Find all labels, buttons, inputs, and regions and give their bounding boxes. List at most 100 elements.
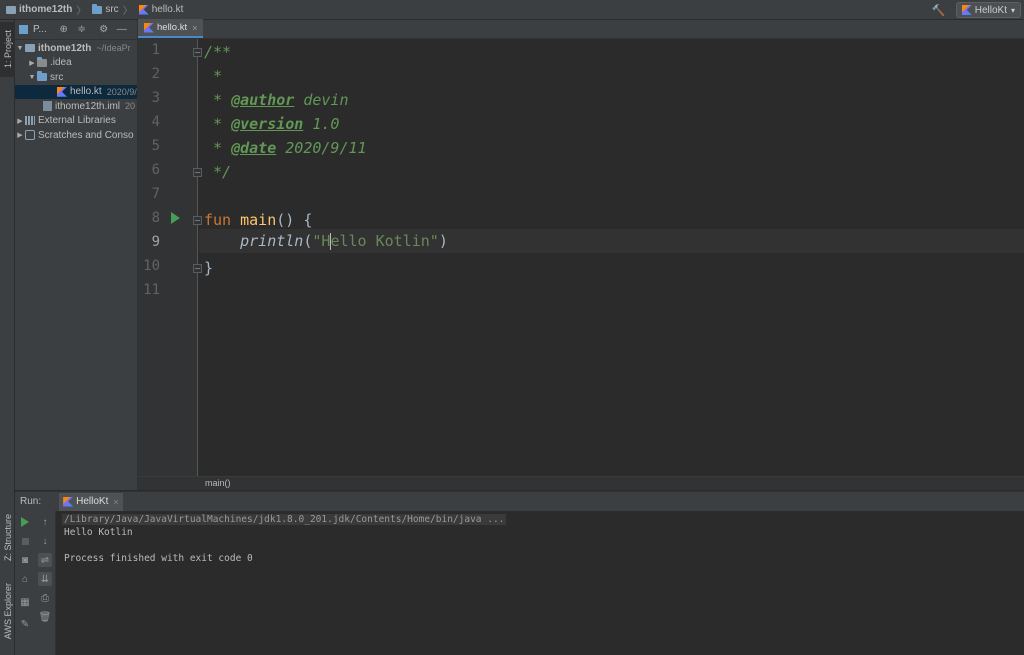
- tree-item-project-root[interactable]: ▼ ithome12th ~/IdeaPr: [15, 41, 137, 56]
- stop-button[interactable]: [18, 534, 32, 548]
- tab-aws-explorer[interactable]: AWS Explorer: [0, 575, 15, 647]
- minimize-icon[interactable]: —: [115, 23, 129, 37]
- line-number: 1: [151, 42, 160, 58]
- fold-marker-icon[interactable]: [193, 48, 202, 57]
- rerun-button[interactable]: [18, 515, 32, 529]
- kotlin-file-icon: [138, 4, 149, 15]
- breadcrumb-separator: 〉: [122, 6, 133, 17]
- code-line-6: */: [204, 163, 232, 181]
- left-tool-strip: 1: Project Z: Structure AWS Explorer: [0, 20, 15, 655]
- editor-breadcrumb: main(): [138, 476, 1024, 490]
- run-toolbar-secondary: ↑ ↓ ⇌ ⇊ ⎙ 🗑: [35, 511, 56, 655]
- chevron-right-icon[interactable]: ▶: [15, 117, 25, 125]
- navigation-bar: ithome12th 〉 src 〉 hello.kt 🔨 HelloKt ▾: [0, 0, 1024, 20]
- tree-item-scratches[interactable]: ▶ Scratches and Conso: [15, 128, 137, 143]
- project-panel-header: P... ⊕ ≑ ⚙ —: [15, 20, 137, 40]
- line-number: 2: [151, 66, 160, 82]
- tab-structure[interactable]: Z: Structure: [0, 508, 15, 568]
- tree-item-idea[interactable]: ▶ .idea: [15, 56, 137, 71]
- chevron-down-icon[interactable]: ▼: [27, 74, 37, 81]
- code-area[interactable]: 1 2 3 4 5 6 7 8 9 10 11 /** * * @author …: [138, 39, 1024, 476]
- line-number: 10: [143, 258, 160, 274]
- line-number: 6: [151, 162, 160, 178]
- tree-item-hello-kt[interactable]: hello.kt 2020/9/: [15, 84, 137, 99]
- tab-project[interactable]: 1: Project: [0, 22, 15, 77]
- run-main-icon[interactable]: [171, 212, 180, 224]
- project-view-select[interactable]: P...: [33, 24, 47, 35]
- breadcrumb-separator: 〉: [76, 6, 87, 17]
- run-toolbar-primary: ◙ ⌂ ▦ ✎: [15, 511, 35, 655]
- folder-icon: [37, 56, 47, 67]
- project-view-icon: [19, 25, 28, 34]
- wrap-icon[interactable]: ⇌: [38, 553, 52, 567]
- library-icon: [25, 116, 35, 126]
- print-icon[interactable]: ⎙: [38, 591, 52, 605]
- code-line-4: * @version 1.0: [204, 115, 340, 133]
- editor-tab-bar: hello.kt ×: [138, 19, 1024, 39]
- home-icon[interactable]: ⌂: [18, 572, 32, 586]
- gear-icon[interactable]: ⚙: [97, 23, 111, 37]
- arrow-up-icon[interactable]: ↑: [38, 515, 52, 529]
- project-folder-icon: [25, 44, 35, 53]
- code-line-1: /**: [204, 43, 232, 61]
- kotlin-file-icon: [57, 86, 67, 97]
- close-icon[interactable]: ×: [192, 23, 197, 33]
- fold-marker-icon[interactable]: [193, 264, 202, 273]
- line-number: 4: [151, 114, 160, 130]
- target-icon[interactable]: ⊕: [57, 23, 71, 37]
- collapse-icon[interactable]: ≑: [75, 23, 89, 37]
- line-number: 8: [151, 210, 160, 226]
- kotlin-file-icon: [144, 22, 154, 33]
- folder-icon: [92, 3, 103, 14]
- line-number: 5: [151, 138, 160, 154]
- project-folder-icon: [6, 5, 16, 14]
- close-icon[interactable]: ×: [113, 497, 118, 507]
- chevron-down-icon[interactable]: ▼: [15, 45, 25, 52]
- code-line-9: println("Hello Kotlin"): [240, 232, 448, 250]
- kotlin-file-icon: [961, 5, 972, 15]
- run-panel-header: Run: HelloKt ×: [15, 491, 1024, 511]
- kotlin-file-icon: [63, 496, 74, 507]
- scroll-to-end-icon[interactable]: ⇊: [38, 572, 52, 586]
- console-line: /Library/Java/JavaVirtualMachines/jdk1.8…: [62, 514, 507, 525]
- code-line-5: * @date 2020/9/11: [204, 139, 367, 157]
- fold-marker-icon[interactable]: [193, 168, 202, 177]
- layout-icon[interactable]: ▦: [18, 595, 32, 609]
- tree-item-external-libraries[interactable]: ▶ External Libraries: [15, 114, 137, 129]
- module-file-icon: [43, 101, 52, 112]
- trash-icon[interactable]: 🗑: [38, 610, 52, 624]
- hammer-icon[interactable]: 🔨: [932, 4, 946, 17]
- line-number: 7: [151, 186, 160, 202]
- code-line-2: *: [204, 67, 223, 85]
- breadcrumb-file[interactable]: hello.kt: [133, 0, 183, 20]
- tab-hello-kt[interactable]: hello.kt ×: [138, 19, 204, 38]
- line-number: 11: [143, 282, 160, 298]
- run-icon: [21, 517, 29, 527]
- camera-icon[interactable]: ◙: [18, 553, 32, 567]
- pin-icon[interactable]: ✎: [18, 617, 32, 631]
- chevron-down-icon: ▾: [1010, 5, 1015, 15]
- arrow-down-icon[interactable]: ↓: [38, 534, 52, 548]
- breadcrumb-src[interactable]: src 〉: [86, 0, 133, 20]
- console-output[interactable]: /Library/Java/JavaVirtualMachines/jdk1.8…: [56, 511, 1024, 655]
- gutter: 1 2 3 4 5 6 7 8 9 10 11: [138, 39, 198, 476]
- breadcrumb-main[interactable]: main(): [205, 478, 231, 488]
- tree-item-iml[interactable]: ithome12th.iml 20: [15, 99, 137, 114]
- folder-icon: [37, 71, 47, 82]
- line-number: 9: [151, 234, 160, 250]
- console-line: Hello Kotlin: [64, 527, 133, 538]
- editor: hello.kt × 1 2 3 4 5 6 7 8 9 10 11 /** *…: [138, 19, 1024, 490]
- line-number: 3: [151, 90, 160, 106]
- run-tab-hellokt[interactable]: HelloKt ×: [59, 492, 123, 511]
- code-line-10: }: [204, 259, 214, 277]
- project-panel: P... ⊕ ≑ ⚙ — ▼ ithome12th ~/IdeaPr ▶ .id…: [15, 20, 138, 490]
- tree-item-src[interactable]: ▼ src: [15, 70, 137, 85]
- console-line: Process finished with exit code 0: [64, 553, 253, 564]
- chevron-right-icon[interactable]: ▶: [27, 59, 37, 67]
- code-line-3: * @author devin: [204, 91, 349, 109]
- fold-marker-icon[interactable]: [193, 216, 202, 225]
- scratch-icon: [25, 130, 35, 141]
- breadcrumb-project[interactable]: ithome12th 〉: [0, 0, 86, 20]
- chevron-right-icon[interactable]: ▶: [15, 131, 25, 139]
- run-configuration-select[interactable]: HelloKt ▾: [955, 2, 1021, 18]
